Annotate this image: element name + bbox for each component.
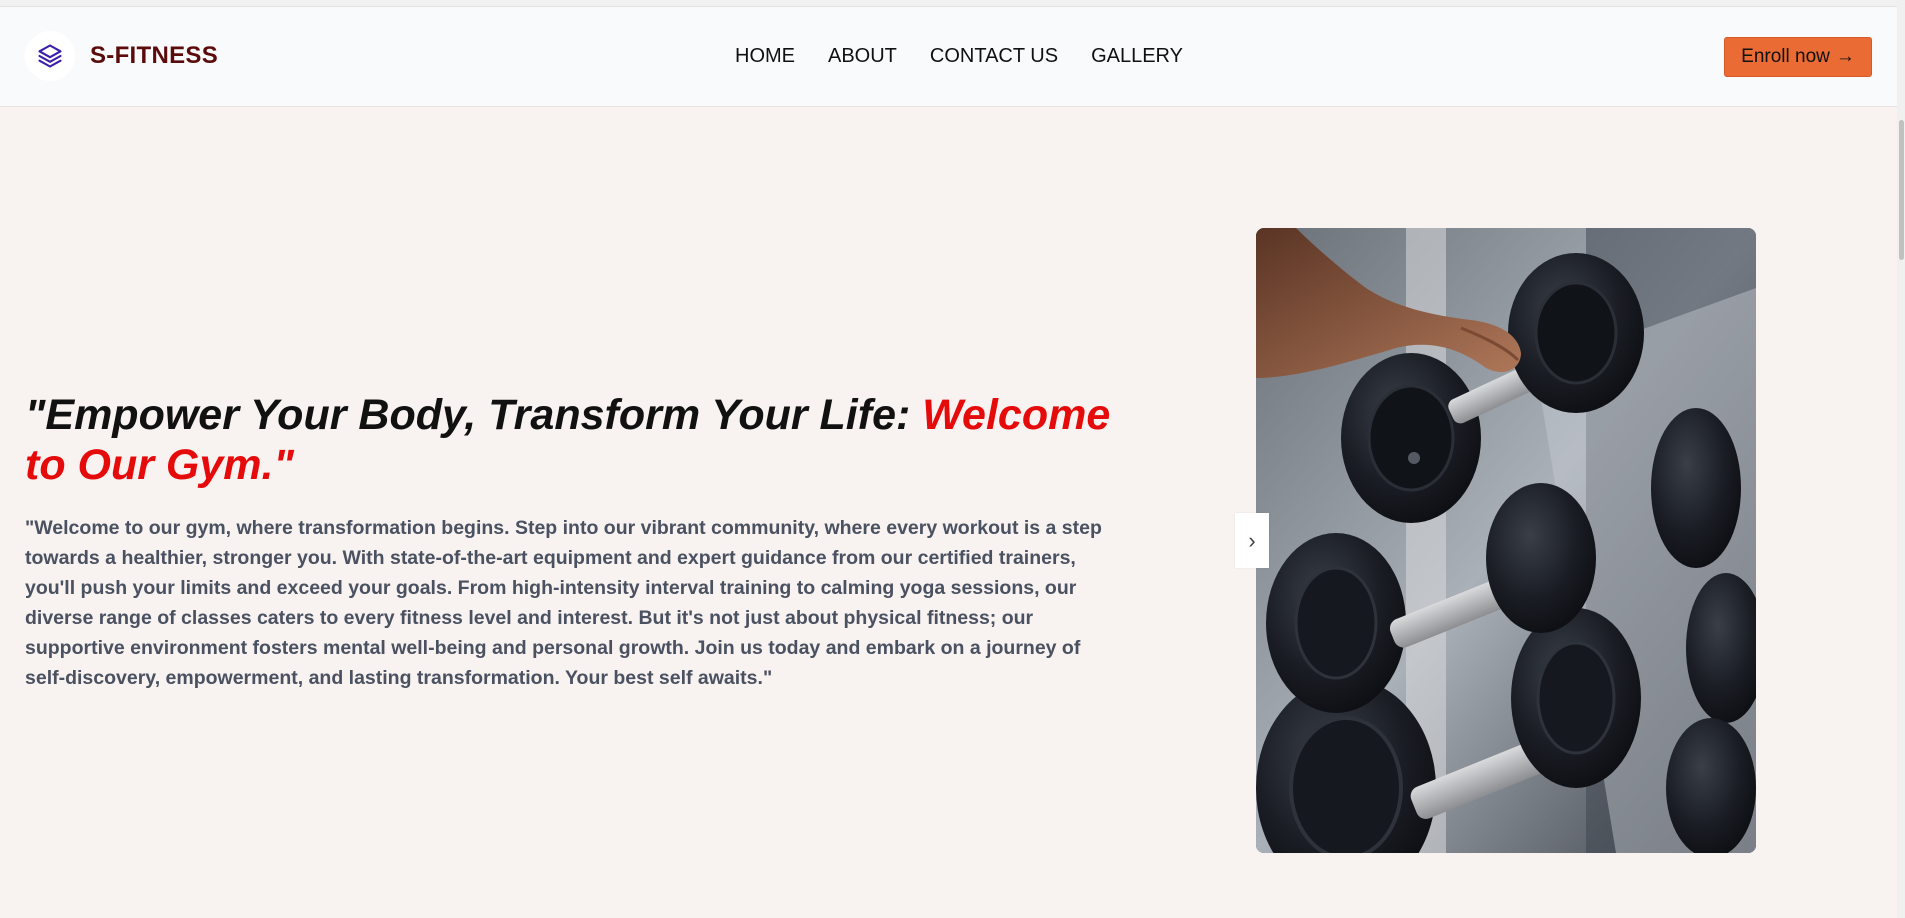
nav-contact-link[interactable]: CONTACT US [930, 45, 1058, 68]
hero-headline: "Empower Your Body, Transform Your Life:… [25, 390, 1125, 490]
logo-badge [25, 31, 75, 81]
nav-gallery-link[interactable]: GALLERY [1091, 45, 1183, 68]
brand-link[interactable]: S-FITNESS [25, 31, 218, 81]
dumbbell-rack-illustration [1256, 228, 1756, 853]
chevron-right-icon: › [1248, 527, 1256, 553]
arrow-right-icon: → [1835, 46, 1855, 67]
hero-description: "Welcome to our gym, where transformatio… [25, 517, 1102, 689]
scrollbar-thumb[interactable] [1899, 120, 1904, 260]
brand-name: S-FITNESS [90, 42, 219, 69]
dumbbell-rack-photo [1256, 228, 1756, 853]
enroll-now-label: Enroll now [1741, 46, 1830, 67]
page: S-FITNESS HOME ABOUT CONTACT US GALLERY … [0, 0, 1905, 918]
navbar: S-FITNESS HOME ABOUT CONTACT US GALLERY … [0, 7, 1905, 107]
browser-top-strip [0, 0, 1905, 7]
nav-about-link[interactable]: ABOUT [828, 45, 897, 68]
main-nav: HOME ABOUT CONTACT US GALLERY [735, 45, 1183, 68]
hero-headline-plain: "Empower Your Body, Transform Your Life: [25, 391, 923, 439]
nav-home-link[interactable]: HOME [735, 45, 795, 68]
carousel-next-button[interactable]: › [1235, 513, 1269, 568]
stack-layers-icon [38, 44, 62, 68]
enroll-now-button[interactable]: Enroll now → [1724, 37, 1872, 77]
